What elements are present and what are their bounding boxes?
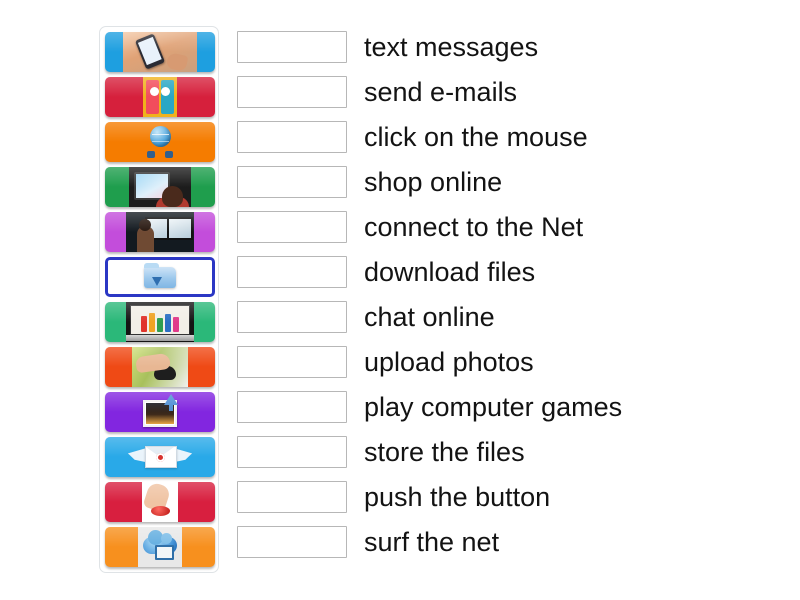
tile-internet-cafe[interactable] (105, 212, 215, 252)
match-up-activity: text messages send e-mails click on the … (0, 0, 800, 600)
texting-on-phone-image (123, 32, 197, 72)
tile-cloud-computer[interactable] (105, 527, 215, 567)
answer-row: chat online (237, 301, 777, 333)
dropbox-upload-photos[interactable] (237, 346, 347, 378)
row-label: chat online (364, 302, 495, 332)
row-label: shop online (364, 167, 503, 197)
shopping-bags-on-screen-image (126, 302, 194, 342)
tile-two-phones-messaging[interactable] (105, 77, 215, 117)
row-label: store the files (364, 437, 525, 467)
dropbox-send-e-mails[interactable] (237, 76, 347, 108)
answer-row: surf the net (237, 526, 777, 558)
winged-envelope-image (122, 437, 198, 477)
cloud-computer-image (138, 527, 182, 567)
tile-globe-with-cables[interactable] (105, 122, 215, 162)
row-label: surf the net (364, 527, 500, 557)
internet-cafe-image (126, 212, 194, 252)
answer-row: connect to the Net (237, 211, 777, 243)
person-at-monitor-image (129, 167, 191, 207)
dropbox-push-the-button[interactable] (237, 481, 347, 513)
row-label: upload photos (364, 347, 534, 377)
dropbox-store-the-files[interactable] (237, 436, 347, 468)
row-label: click on the mouse (364, 122, 588, 152)
dropbox-surf-the-net[interactable] (237, 526, 347, 558)
answer-row: play computer games (237, 391, 777, 423)
answer-row: store the files (237, 436, 777, 468)
dropbox-click-on-the-mouse[interactable] (237, 121, 347, 153)
answer-row: text messages (237, 31, 777, 63)
answer-row: download files (237, 256, 777, 288)
tile-hand-on-mouse[interactable] (105, 347, 215, 387)
tile-upload-photo[interactable] (105, 392, 215, 432)
answer-row: push the button (237, 481, 777, 513)
dropbox-chat-online[interactable] (237, 301, 347, 333)
dropbox-text-messages[interactable] (237, 31, 347, 63)
tile-texting-on-phone[interactable] (105, 32, 215, 72)
tile-winged-envelope[interactable] (105, 437, 215, 477)
tile-person-at-monitor[interactable] (105, 167, 215, 207)
answer-row: upload photos (237, 346, 777, 378)
dropbox-download-files[interactable] (237, 256, 347, 288)
tile-shopping-bags-on-screen[interactable] (105, 302, 215, 342)
row-label: send e-mails (364, 77, 518, 107)
download-folder-image (140, 260, 180, 294)
finger-pushing-button-image (142, 482, 178, 522)
tile-finger-pushing-button[interactable] (105, 482, 215, 522)
globe-with-cables-image (142, 122, 178, 162)
tile-tray (99, 26, 219, 573)
row-label: push the button (364, 482, 551, 512)
tile-download-folder[interactable] (105, 257, 215, 297)
answer-row: send e-mails (237, 76, 777, 108)
row-label: download files (364, 257, 536, 287)
dropbox-shop-online[interactable] (237, 166, 347, 198)
answer-row: shop online (237, 166, 777, 198)
hand-on-mouse-image (132, 347, 188, 387)
dropbox-connect-to-the-net[interactable] (237, 211, 347, 243)
row-label: play computer games (364, 392, 623, 422)
two-phones-messaging-image (143, 77, 177, 117)
answer-row: click on the mouse (237, 121, 777, 153)
upload-photo-image (139, 392, 181, 432)
answer-rows: text messages send e-mails click on the … (237, 31, 777, 571)
row-label: text messages (364, 32, 539, 62)
row-label: connect to the Net (364, 212, 584, 242)
dropbox-play-computer-games[interactable] (237, 391, 347, 423)
